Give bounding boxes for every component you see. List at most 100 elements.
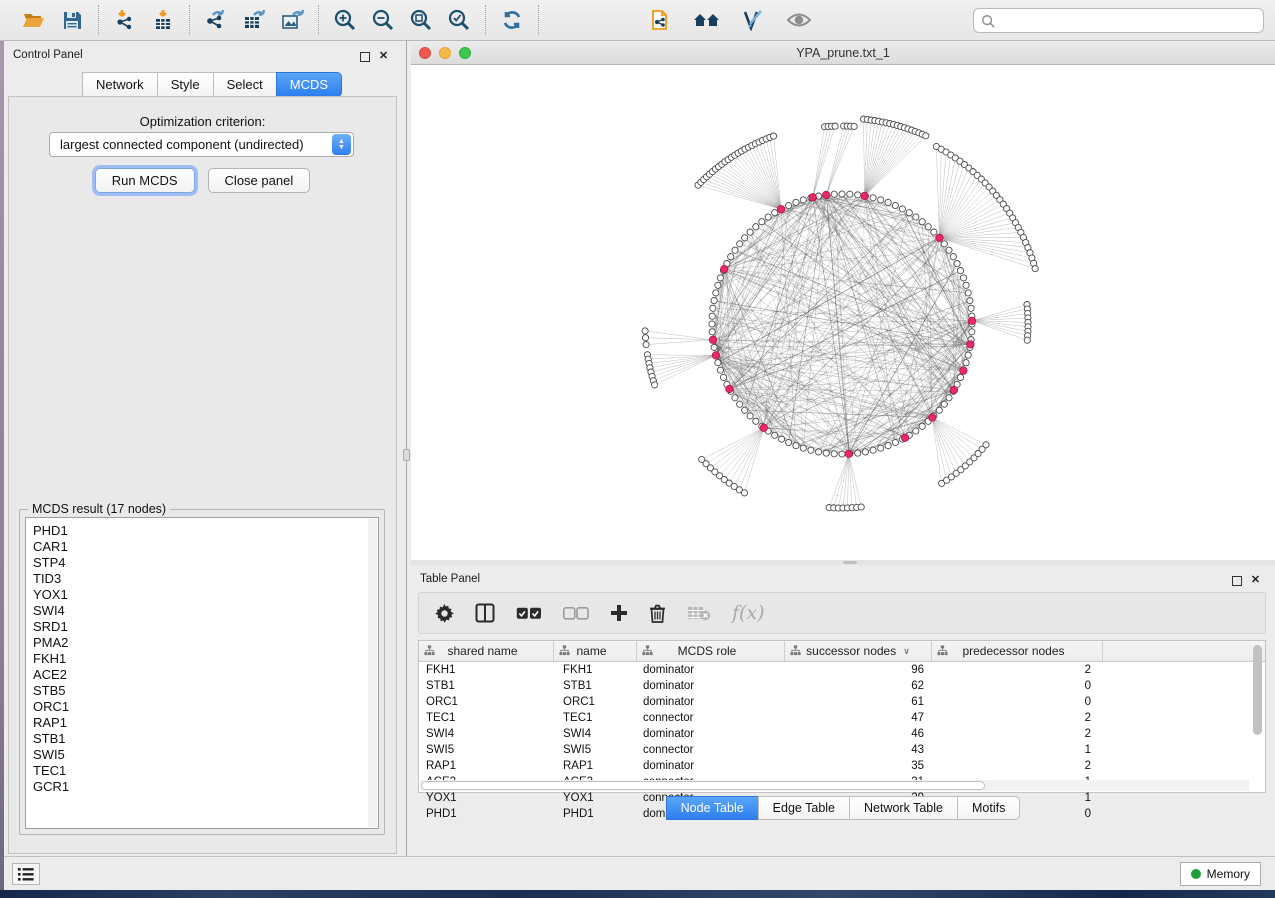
zoom-selected-button[interactable] [443,5,475,35]
cell-predecessor-nodes: 1 [932,742,1103,758]
zoom-in-button[interactable] [329,5,361,35]
network-canvas-svg [411,65,1275,560]
open-folder-button[interactable] [18,5,50,35]
close-panel-icon[interactable]: ✕ [377,50,390,63]
import-table-button[interactable] [147,5,179,35]
table-column-header[interactable]: successor nodes∨ [785,641,932,661]
import-network-button[interactable] [109,5,141,35]
cell-mcds-role: dominator [637,758,785,774]
add-column-button[interactable] [610,604,628,622]
refresh-button[interactable] [496,5,528,35]
delete-table-button-disabled[interactable] [687,605,711,621]
network-canvas[interactable] [411,65,1275,560]
home-networks-button[interactable] [691,5,723,35]
hide-eye-button[interactable] [783,5,815,35]
desktop-wallpaper-bottom [0,890,1275,898]
mcds-result-item[interactable]: SWI4 [33,603,378,619]
add-column-icon [610,604,628,622]
table-float-icon[interactable] [1232,576,1242,586]
zoom-out-button[interactable] [367,5,399,35]
mcds-result-item[interactable]: YOX1 [33,587,378,603]
export-network-button[interactable] [200,5,232,35]
export-table-button[interactable] [238,5,270,35]
mcds-result-item[interactable]: GCR1 [33,779,378,795]
run-mcds-button[interactable]: Run MCDS [95,168,195,193]
panel-splitter-vertical[interactable] [402,41,411,856]
search-input[interactable] [995,14,1263,28]
mcds-result-item[interactable]: TEC1 [33,763,378,779]
search-box[interactable] [973,8,1264,33]
table-column-header[interactable]: predecessor nodes [932,641,1103,661]
table-column-header[interactable]: name [554,641,637,661]
mcds-result-item[interactable]: RAP1 [33,715,378,731]
table-close-icon[interactable]: ✕ [1249,574,1262,587]
table-toolbar: f(x) [418,592,1266,634]
table-row[interactable]: RAP1 RAP1 dominator 35 2 [419,758,1265,774]
cell-successor-nodes: 47 [785,710,932,726]
float-panel-icon[interactable] [360,52,370,62]
table-row[interactable]: ORC1 ORC1 dominator 61 0 [419,694,1265,710]
mcds-result-item[interactable]: ACE2 [33,667,378,683]
table-tab[interactable]: Network Table [849,796,957,820]
save-button[interactable] [56,5,88,35]
function-builder-button-disabled[interactable]: f(x) [732,602,765,624]
export-image-button[interactable] [276,5,308,35]
cell-shared-name: FKH1 [419,662,554,678]
mcds-result-item[interactable]: SWI5 [33,747,378,763]
node-table: shared name name [418,640,1266,793]
export-network-icon [204,9,228,31]
cell-mcds-role: connector [637,742,785,758]
cell-predecessor-nodes: 2 [932,726,1103,742]
settings-gear-icon [435,604,454,623]
column-layout-icon [475,603,495,623]
table-settings-button[interactable] [435,604,454,623]
mcds-result-item[interactable]: TID3 [33,571,378,587]
vizmapper-button[interactable] [737,5,769,35]
select-none-button[interactable] [563,607,589,620]
table-row[interactable]: STB1 STB1 dominator 62 0 [419,678,1265,694]
mcds-result-item[interactable]: PHD1 [33,523,378,539]
sort-chevron-icon: ∨ [903,646,910,657]
control-panel-tab[interactable]: Select [213,72,276,97]
mcds-result-item[interactable]: STB1 [33,731,378,747]
network-titlebar[interactable]: YPA_prune.txt_1 [411,41,1275,65]
vizmapper-icon [741,9,765,31]
table-row[interactable]: SWI5 SWI5 connector 43 1 [419,742,1265,758]
table-tab[interactable]: Node Table [666,796,758,820]
control-panel-tab[interactable]: MCDS [276,72,342,97]
splitter-grip[interactable] [403,449,410,461]
memory-button[interactable]: Memory [1180,862,1261,886]
cell-predecessor-nodes: 2 [932,758,1103,774]
cell-name: RAP1 [554,758,637,774]
close-panel-button[interactable]: Close panel [208,168,311,193]
table-tab[interactable]: Motifs [957,796,1020,820]
criterion-select[interactable]: largest connected component (undirected)… [49,132,354,157]
table-row[interactable]: FKH1 FKH1 dominator 96 2 [419,662,1265,678]
column-layout-button[interactable] [475,603,495,623]
task-history-button[interactable] [12,863,40,885]
table-horizontal-scrollbar[interactable] [420,780,1249,791]
table-row[interactable]: TEC1 TEC1 connector 47 2 [419,710,1265,726]
mcds-result-item[interactable]: ORC1 [33,699,378,715]
mcds-result-item[interactable]: STP4 [33,555,378,571]
zoom-fit-button[interactable] [405,5,437,35]
control-panel-tab[interactable]: Network [82,72,157,97]
table-row[interactable]: SWI4 SWI4 dominator 46 2 [419,726,1265,742]
control-panel-tab[interactable]: Style [157,72,213,97]
mcds-result-item[interactable]: SRD1 [33,619,378,635]
mcds-result-item[interactable]: FKH1 [33,651,378,667]
mcds-result-item[interactable]: STB5 [33,683,378,699]
share-document-button[interactable] [645,5,677,35]
table-column-header[interactable]: shared name [419,641,554,661]
table-vertical-scrollbar[interactable] [1251,643,1264,780]
mcds-result-item[interactable]: CAR1 [33,539,378,555]
mcds-result-item[interactable]: PMA2 [33,635,378,651]
mcds-result-list[interactable]: PHD1CAR1STP4TID3YOX1SWI4SRD1PMA2FKH1ACE2… [25,517,379,829]
desktop-wallpaper-left [0,41,4,890]
table-tab[interactable]: Edge Table [758,796,849,820]
select-all-button[interactable] [516,607,542,620]
cell-shared-name: SWI5 [419,742,554,758]
table-column-header[interactable]: MCDS role [637,641,785,661]
mcds-list-scrollbar[interactable] [368,519,377,827]
delete-button[interactable] [649,604,666,623]
